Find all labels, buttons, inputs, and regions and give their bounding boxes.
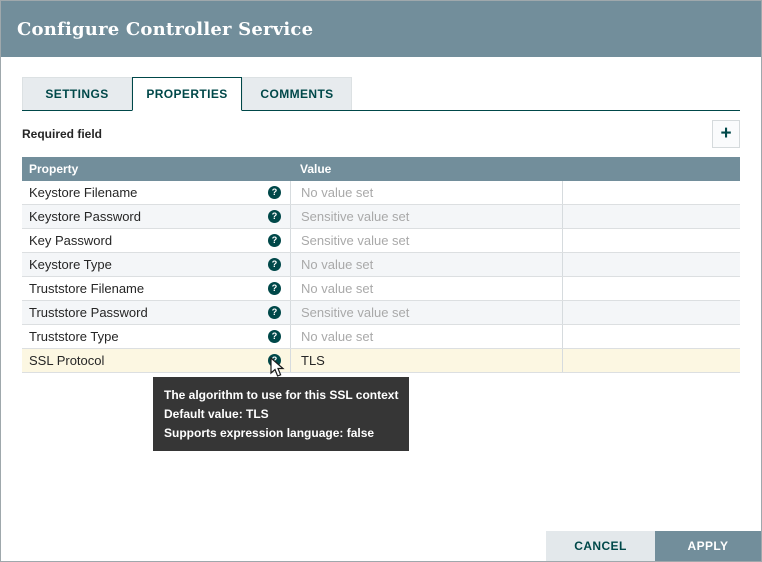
column-header-property: Property — [22, 162, 290, 176]
property-cell: Keystore Filename ? — [22, 181, 290, 204]
property-help-tooltip: The algorithm to use for this SSL contex… — [153, 377, 409, 451]
table-row[interactable]: Keystore Filename ? No value set — [22, 181, 740, 205]
property-name: Key Password — [29, 233, 112, 248]
property-name: Keystore Password — [29, 209, 141, 224]
apply-button[interactable]: APPLY — [655, 531, 761, 561]
property-name: Truststore Password — [29, 305, 148, 320]
help-icon[interactable]: ? — [268, 354, 281, 367]
tab-settings[interactable]: SETTINGS — [22, 77, 132, 110]
property-value[interactable]: TLS — [290, 349, 562, 372]
table-row[interactable]: Key Password ? Sensitive value set — [22, 229, 740, 253]
cancel-button-label: CANCEL — [574, 539, 626, 553]
actions-cell — [562, 229, 740, 252]
table-row[interactable]: Keystore Type ? No value set — [22, 253, 740, 277]
properties-table: Property Value Keystore Filename ? No va… — [22, 157, 740, 373]
properties-toolbar: Required field + — [22, 120, 740, 148]
table-row[interactable]: Truststore Filename ? No value set — [22, 277, 740, 301]
actions-cell — [562, 301, 740, 324]
plus-icon: + — [720, 124, 731, 143]
tab-comments[interactable]: COMMENTS — [242, 77, 352, 110]
cancel-button[interactable]: CANCEL — [546, 531, 655, 561]
property-value[interactable]: No value set — [290, 181, 562, 204]
help-icon[interactable]: ? — [268, 330, 281, 343]
property-cell: Keystore Password ? — [22, 205, 290, 228]
property-name: Truststore Type — [29, 329, 119, 344]
tooltip-default-value: Default value: TLS — [164, 406, 398, 422]
property-value[interactable]: Sensitive value set — [290, 205, 562, 228]
tooltip-expression-language: Supports expression language: false — [164, 425, 398, 441]
property-cell: Truststore Type ? — [22, 325, 290, 348]
tab-properties[interactable]: PROPERTIES — [132, 77, 242, 111]
column-header-value: Value — [290, 162, 562, 176]
table-body: Keystore Filename ? No value set Keystor… — [22, 181, 740, 373]
property-value[interactable]: Sensitive value set — [290, 301, 562, 324]
actions-cell — [562, 181, 740, 204]
dialog-footer: CANCEL APPLY — [546, 531, 761, 561]
table-row[interactable]: SSL Protocol ? TLS — [22, 349, 740, 373]
tooltip-description: The algorithm to use for this SSL contex… — [164, 387, 398, 403]
property-cell: Truststore Filename ? — [22, 277, 290, 300]
dialog-title: Configure Controller Service — [17, 19, 313, 40]
tab-settings-label: SETTINGS — [45, 87, 108, 101]
help-icon[interactable]: ? — [268, 258, 281, 271]
property-cell: Truststore Password ? — [22, 301, 290, 324]
property-cell: SSL Protocol ? — [22, 349, 290, 372]
help-icon[interactable]: ? — [268, 186, 281, 199]
property-cell: Key Password ? — [22, 229, 290, 252]
tab-properties-label: PROPERTIES — [146, 87, 227, 101]
property-name: SSL Protocol — [29, 353, 104, 368]
help-icon[interactable]: ? — [268, 282, 281, 295]
tab-comments-label: COMMENTS — [260, 87, 333, 101]
actions-cell — [562, 349, 740, 372]
table-row[interactable]: Truststore Password ? Sensitive value se… — [22, 301, 740, 325]
table-header-row: Property Value — [22, 157, 740, 181]
property-value[interactable]: No value set — [290, 325, 562, 348]
property-value[interactable]: No value set — [290, 253, 562, 276]
actions-cell — [562, 325, 740, 348]
property-name: Truststore Filename — [29, 281, 144, 296]
help-icon[interactable]: ? — [268, 210, 281, 223]
help-icon[interactable]: ? — [268, 306, 281, 319]
actions-cell — [562, 205, 740, 228]
dialog-header: Configure Controller Service — [1, 1, 761, 57]
actions-cell — [562, 253, 740, 276]
help-icon[interactable]: ? — [268, 234, 281, 247]
property-value[interactable]: Sensitive value set — [290, 229, 562, 252]
configure-controller-service-dialog: Configure Controller Service SETTINGS PR… — [0, 0, 762, 562]
required-field-label: Required field — [22, 120, 740, 148]
table-row[interactable]: Truststore Type ? No value set — [22, 325, 740, 349]
property-name: Keystore Type — [29, 257, 112, 272]
add-property-button[interactable]: + — [712, 120, 740, 148]
apply-button-label: APPLY — [688, 539, 729, 553]
tab-bar: SETTINGS PROPERTIES COMMENTS — [22, 77, 740, 111]
property-name: Keystore Filename — [29, 185, 137, 200]
actions-cell — [562, 277, 740, 300]
property-value[interactable]: No value set — [290, 277, 562, 300]
table-row[interactable]: Keystore Password ? Sensitive value set — [22, 205, 740, 229]
property-cell: Keystore Type ? — [22, 253, 290, 276]
